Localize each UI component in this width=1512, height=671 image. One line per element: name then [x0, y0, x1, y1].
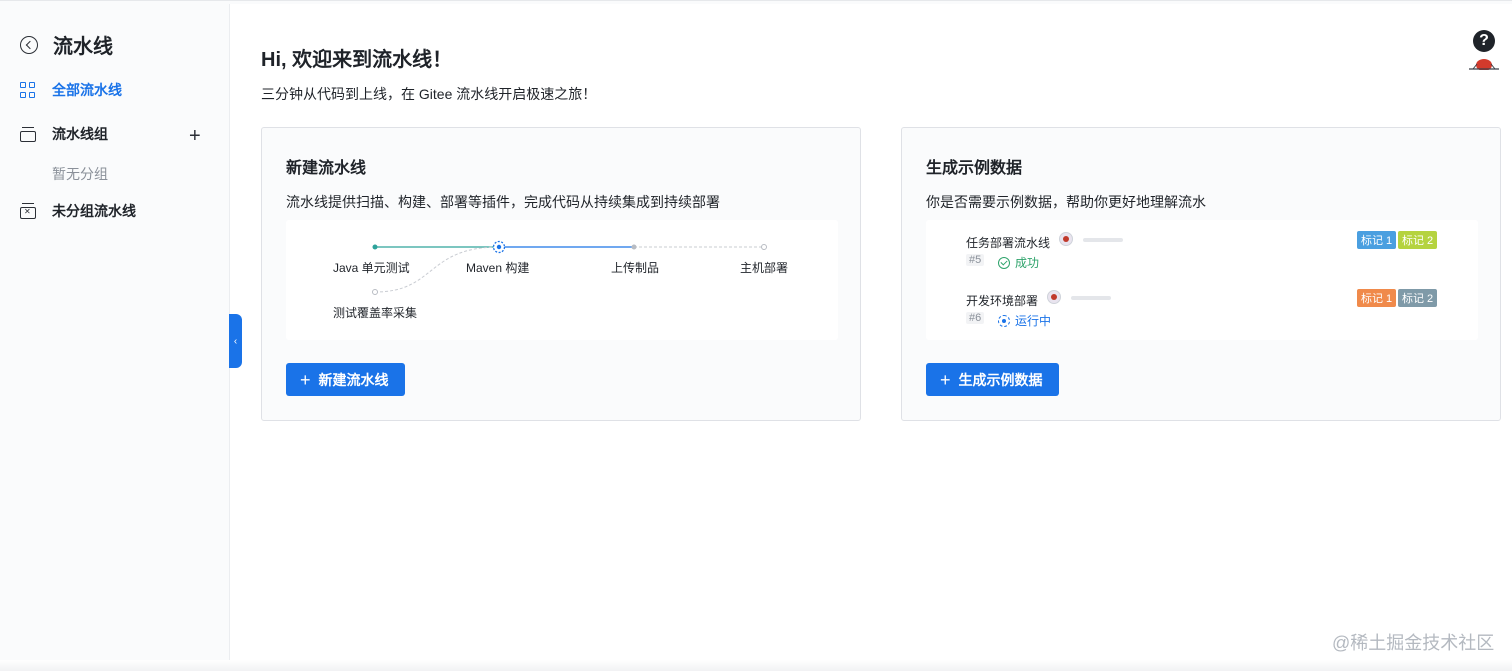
- stage-label: 测试覆盖率采集: [333, 306, 418, 320]
- site-watermark: @稀土掘金技术社区: [1332, 633, 1495, 653]
- page-title: Hi, 欢迎来到流水线！: [261, 49, 453, 71]
- sidebar-item-all-pipelines[interactable]: 全部流水线: [20, 80, 122, 100]
- card-title: 生成示例数据: [926, 160, 1023, 177]
- plus-icon: +: [300, 369, 311, 390]
- button-label: 生成示例数据: [958, 371, 1043, 388]
- sidebar-header: 流水线: [20, 30, 113, 59]
- sidebar-item-ungrouped-pipelines[interactable]: 未分组流水线: [20, 201, 136, 221]
- card-description: 流水线提供扫描、构建、部署等插件，完成代码从持续集成到持续部署: [286, 194, 720, 210]
- stage-label: 主机部署: [740, 261, 789, 275]
- group-icon: [20, 126, 36, 142]
- success-icon: [998, 256, 1010, 269]
- sample-row-name: 任务部署流水线: [966, 236, 1051, 250]
- stage-dot: [761, 244, 767, 250]
- pipeline-preview: Java 单元测试 Maven 构建 上传制品 主机部署 测试覆盖率采集: [286, 220, 838, 340]
- collapse-arrow-icon[interactable]: ‹: [229, 314, 242, 368]
- tag: 标记 2: [1398, 231, 1438, 249]
- plus-icon: +: [940, 369, 951, 390]
- generate-sample-button[interactable]: + 生成示例数据: [926, 363, 1059, 396]
- back-icon[interactable]: [20, 35, 38, 54]
- stage-label: Maven 构建: [466, 261, 530, 275]
- button-label: 新建流水线: [318, 371, 389, 388]
- grid-icon: [20, 82, 36, 98]
- stage-dot: [372, 244, 378, 250]
- placeholder-bar: [1083, 238, 1123, 242]
- sample-list: 任务部署流水线 #5 成功 标记 1 标记 2 开发环境部署 #6 运行中 标记…: [926, 220, 1478, 340]
- tag: 标记 1: [1357, 289, 1397, 307]
- pipeline-diagram: [372, 240, 767, 295]
- sidebar-item-pipeline-groups[interactable]: 流水线组: [20, 124, 108, 144]
- run-number: #6: [966, 312, 985, 324]
- sidebar-item-label: 流水线组: [52, 126, 108, 142]
- sidebar-title: 流水线: [53, 36, 113, 58]
- bottom-shade: [0, 660, 1512, 671]
- status-badge: 成功: [998, 254, 1039, 271]
- status-badge: 运行中: [998, 312, 1051, 329]
- placeholder-bar: [1071, 296, 1111, 300]
- add-group-plus-icon[interactable]: +: [189, 126, 201, 146]
- help-mascot-icon: [1469, 59, 1499, 70]
- status-text: 成功: [1015, 256, 1040, 270]
- running-icon: [998, 314, 1010, 327]
- sidebar-item-label: 未分组流水线: [52, 203, 136, 219]
- stage-dot: [372, 289, 378, 295]
- run-number: #5: [966, 254, 985, 266]
- group-empty-text: 暂无分组: [52, 166, 108, 182]
- help-icon[interactable]: ?: [1473, 30, 1495, 52]
- sidebar-item-label: 全部流水线: [52, 82, 122, 98]
- sample-row-name: 开发环境部署: [966, 294, 1039, 308]
- card-description: 你是否需要示例数据，帮助你更好地理解流水: [926, 194, 1206, 210]
- stage-label: 上传制品: [611, 261, 660, 275]
- tag: 标记 1: [1357, 231, 1397, 249]
- tag: 标记 2: [1398, 289, 1438, 307]
- status-text: 运行中: [1015, 314, 1052, 328]
- avatar: [1047, 290, 1061, 304]
- stage-label: Java 单元测试: [333, 261, 410, 275]
- card-title: 新建流水线: [286, 160, 367, 177]
- page-subtitle: 三分钟从代码到上线，在 Gitee 流水线开启极速之旅！: [261, 86, 597, 102]
- sidebar: 流水线 全部流水线 流水线组 + 暂无分组 未分组流水线: [0, 4, 230, 671]
- new-pipeline-button[interactable]: + 新建流水线: [286, 363, 405, 396]
- stage-dot: [631, 244, 637, 250]
- stage-dot-running-core: [496, 244, 502, 250]
- sample-data-card: 生成示例数据 你是否需要示例数据，帮助你更好地理解流水 任务部署流水线 #5 成…: [901, 127, 1501, 421]
- avatar: [1059, 232, 1073, 246]
- new-pipeline-card: 新建流水线 流水线提供扫描、构建、部署等插件，完成代码从持续集成到持续部署 Ja…: [261, 127, 861, 421]
- ungroup-icon: [20, 202, 36, 219]
